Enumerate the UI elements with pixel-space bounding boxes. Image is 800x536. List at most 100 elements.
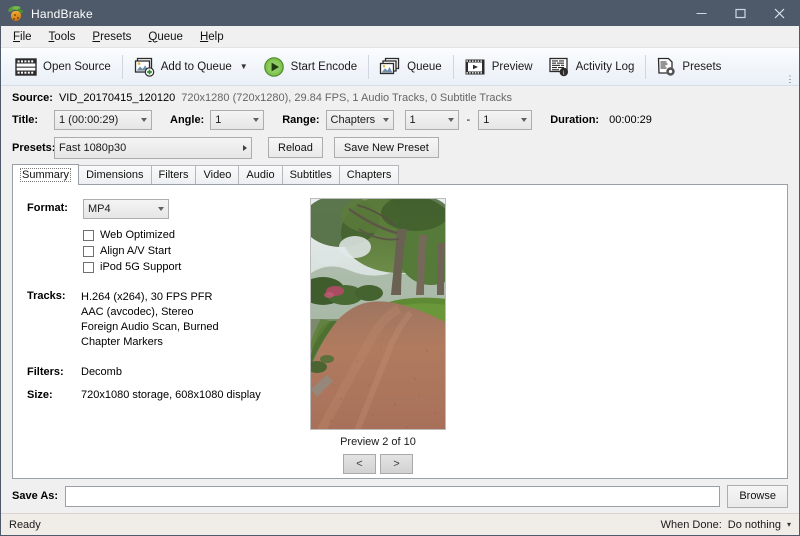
chevron-down-icon [158,207,164,211]
menu-queue-rest: ueue [157,31,183,43]
add-to-queue-button[interactable]: Add to Queue ▼ [126,49,256,85]
when-done-value[interactable]: Do nothing [728,519,781,531]
toolbar-overflow-icon[interactable]: ⋮ [785,76,795,82]
filters-value: Decomb [81,363,122,378]
presets-row: Presets: Fast 1080p30 Reload Save New Pr… [1,135,799,160]
chevron-down-icon[interactable]: ▾ [787,520,791,529]
film-strip-icon [15,57,37,77]
main-toolbar: Open Source Add to Queue ▼ Start Encode [1,48,799,86]
minimize-icon[interactable] [682,1,721,26]
size-label: Size: [27,386,81,401]
menu-file-rest: ile [20,31,32,43]
tab-filters[interactable]: Filters [151,165,197,184]
chevron-down-icon [383,118,389,122]
web-optimized-row[interactable]: Web Optimized [83,227,278,243]
source-label: Source: [12,92,53,104]
format-label: Format: [27,199,81,219]
tab-subtitles[interactable]: Subtitles [282,165,340,184]
pineapple-icon [8,6,24,22]
tab-subtitles-label: Subtitles [290,169,332,181]
presets-button[interactable]: Presets [649,49,729,85]
status-text: Ready [9,519,41,531]
ipod-5g-support-row[interactable]: iPod 5G Support [83,259,278,275]
save-new-preset-button[interactable]: Save New Preset [334,137,439,158]
menu-bar: File Tools Presets Queue Help [1,26,799,48]
menu-tools[interactable]: Tools [41,28,85,46]
preview-label: Preview [492,61,533,73]
tab-chapters[interactable]: Chapters [339,165,400,184]
save-as-label: Save As: [12,490,58,502]
web-optimized-checkbox[interactable] [83,230,94,241]
open-source-button[interactable]: Open Source [8,49,119,85]
browse-button[interactable]: Browse [727,485,788,508]
title-select[interactable]: 1 (00:00:29) [54,110,152,130]
tab-strip: Summary Dimensions Filters Video Audio S… [1,165,799,184]
range-end-select[interactable]: 1 [478,110,532,130]
menu-help[interactable]: Help [192,28,233,46]
preview-image [310,198,446,430]
menu-tools-rest: ools [54,31,75,43]
ipod-5g-support-checkbox[interactable] [83,262,94,273]
tab-summary[interactable]: Summary [12,164,79,185]
preview-button[interactable]: Preview [457,49,541,85]
tab-audio[interactable]: Audio [238,165,282,184]
preview-nav: < > [343,454,413,474]
preview-column: Preview 2 of 10 < > [303,185,453,478]
menu-file[interactable]: File [5,28,41,46]
range-start-select[interactable]: 1 [405,110,459,130]
menu-queue[interactable]: Queue [140,28,192,46]
presets-label: Presets: [12,142,48,154]
tab-summary-label: Summary [20,168,71,182]
toolbar-separator [645,55,646,79]
start-encode-label: Start Encode [291,61,357,73]
filters-field: Filters: Decomb [27,363,278,378]
start-encode-button[interactable]: Start Encode [256,49,365,85]
track-item: AAC (avcodec), Stereo [81,305,219,320]
green-play-icon [263,56,285,78]
chevron-down-icon [253,118,259,122]
menu-help-rest: elp [208,31,223,43]
preset-gear-icon [656,57,676,77]
queue-button[interactable]: Queue [372,49,450,85]
range-separator: - [465,114,473,126]
preview-prev-button[interactable]: < [343,454,376,474]
save-as-input[interactable] [65,486,720,507]
preview-prev-label: < [356,458,362,470]
duration-label: Duration: [550,114,599,126]
menu-presets[interactable]: Presets [84,28,140,46]
chevron-down-icon [521,118,527,122]
size-field: Size: 720x1080 storage, 608x1080 display [27,386,278,401]
align-av-start-checkbox[interactable] [83,246,94,257]
tab-chapters-label: Chapters [347,169,392,181]
chevron-down-icon: ▼ [240,62,248,71]
ipod-5g-support-label: iPod 5G Support [100,261,181,273]
range-start-value: 1 [410,114,416,126]
preview-next-button[interactable]: > [380,454,413,474]
align-av-start-label: Align A/V Start [100,245,171,257]
format-select[interactable]: MP4 [83,199,169,219]
close-icon[interactable] [760,1,799,26]
tab-video[interactable]: Video [195,165,239,184]
angle-label: Angle: [170,114,204,126]
chevron-down-icon [141,118,147,122]
status-bar: Ready When Done: Do nothing ▾ [1,513,799,535]
title-label: Title: [12,114,48,126]
angle-select[interactable]: 1 [210,110,264,130]
reload-label: Reload [278,142,313,154]
save-new-preset-label: Save New Preset [344,142,429,154]
preset-select[interactable]: Fast 1080p30 [54,137,252,159]
range-type-select[interactable]: Chapters [326,110,394,130]
track-item: H.264 (x264), 30 FPS PFR [81,290,219,305]
reload-button[interactable]: Reload [268,137,323,158]
open-source-label: Open Source [43,61,111,73]
web-optimized-label: Web Optimized [100,229,175,241]
tab-dimensions[interactable]: Dimensions [78,165,151,184]
stacked-images-icon [379,57,401,77]
add-images-icon [133,57,155,77]
maximize-icon[interactable] [721,1,760,26]
align-av-start-row[interactable]: Align A/V Start [83,243,278,259]
format-select-value: MP4 [88,203,111,215]
activity-log-button[interactable]: i Activity Log [541,49,643,85]
add-to-queue-label: Add to Queue [161,61,232,73]
preview-caption: Preview 2 of 10 [340,436,416,448]
